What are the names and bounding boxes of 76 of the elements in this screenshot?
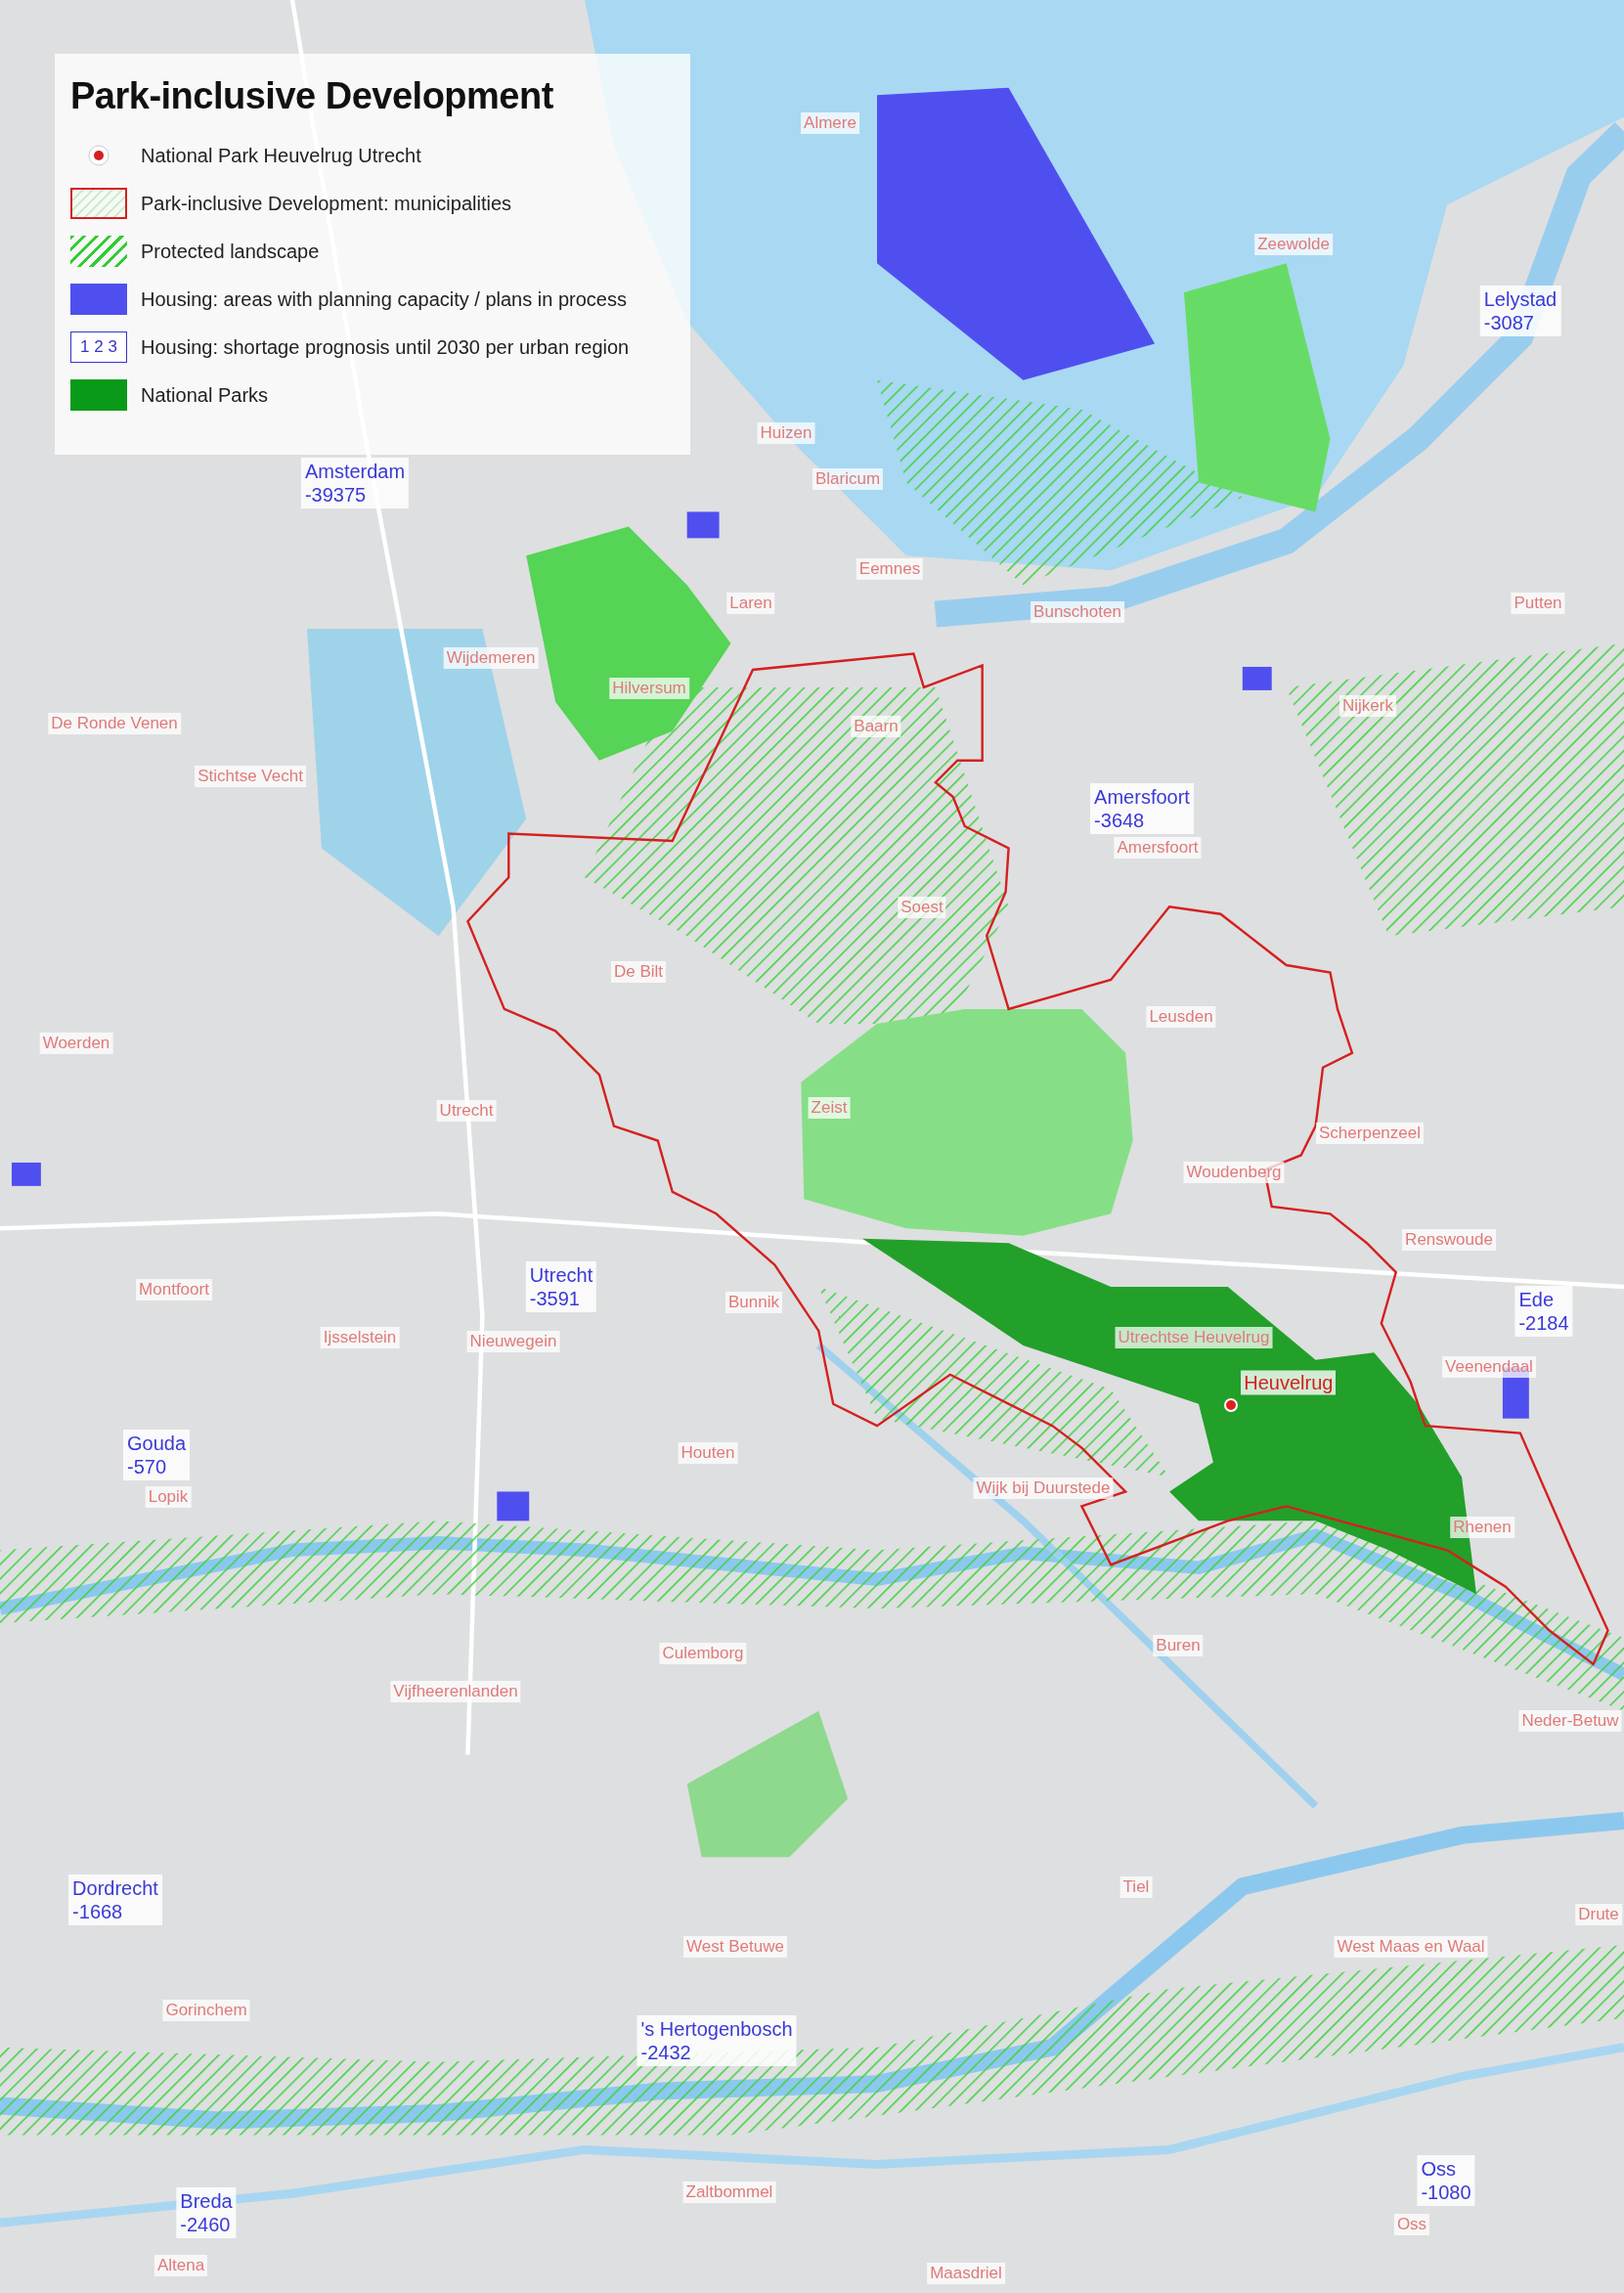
municipality-label: Laren (726, 593, 775, 614)
shortage-value: -39375 (304, 483, 368, 507)
municipality-label: Culemborg (659, 1643, 747, 1664)
shortage-swatch: 1 2 3 (70, 331, 127, 363)
municipality-label: Nieuwegein (466, 1331, 560, 1352)
municipality-label: Amersfoort (1114, 837, 1202, 859)
region-name: Dordrecht (72, 1876, 158, 1900)
municipality-label: Montfoort (136, 1279, 212, 1301)
municipality-label: Altena (154, 2255, 208, 2276)
region-name: Oss (1421, 2157, 1457, 2181)
municipality-label: Hilversum (609, 678, 689, 699)
municipality-label: Putten (1511, 593, 1565, 614)
municipality-label: Bunnik (725, 1292, 782, 1313)
municipality-label: Drute (1575, 1904, 1622, 1925)
legend-label: Protected landscape (141, 240, 320, 263)
legend-label: National Park Heuvelrug Utrecht (141, 144, 421, 167)
shortage-value: -2460 (180, 2213, 232, 2236)
municipality-label: Oss (1393, 2214, 1430, 2235)
region-name: 's Hertogenbosch (640, 2017, 793, 2041)
shortage-value: -1080 (1421, 2181, 1471, 2204)
municipality-label: Stichtse Vecht (195, 766, 306, 787)
municipality-label: Rhenen (1450, 1517, 1514, 1538)
region-name: Amsterdam (304, 460, 406, 483)
municipality-label: Baarn (851, 716, 901, 737)
municipality-label: De Ronde Venen (48, 713, 181, 734)
municipality-label: Tiel (1119, 1876, 1153, 1898)
municipality-label: Wijdemeren (443, 647, 539, 669)
municipality-label: Houten (678, 1442, 738, 1464)
region-name: Gouda (126, 1432, 187, 1455)
municipality-label: Huizen (757, 422, 815, 444)
shortage-value: -3591 (529, 1287, 581, 1310)
legend-label: National Parks (141, 383, 269, 407)
municipality-label: Neder-Betuw (1518, 1710, 1622, 1732)
region-name: Amersfoort (1094, 785, 1190, 809)
municipality-label: Zeewolde (1254, 234, 1333, 255)
region-name: Breda (180, 2189, 233, 2213)
municipality-label: Wijk bij Duurstede (973, 1477, 1114, 1499)
legend-label: Housing: areas with planning capacity / plans in process (141, 287, 627, 311)
legend-label: Housing: shortage prognosis until 2030 per urban region (141, 335, 630, 359)
shortage-value: -570 (126, 1455, 167, 1478)
municipality-label: Bunschoten (1031, 601, 1124, 623)
municipality-label: Woudenberg (1183, 1162, 1285, 1183)
municipality-label: Gorinchem (162, 2000, 250, 2021)
region-name: Utrecht (529, 1263, 593, 1287)
park-label: Heuvelrug (1241, 1370, 1337, 1395)
shortage-value: -2432 (640, 2041, 692, 2064)
municipality-label: Blaricum (812, 468, 884, 490)
municipality-label: Veenendaal (1442, 1356, 1536, 1378)
region-name: Lelystad (1483, 287, 1558, 311)
municipality-label: Utrechtse Heuvelrug (1115, 1327, 1273, 1348)
municipality-label: Utrecht (436, 1100, 497, 1122)
municipality-label: West Betuwe (683, 1936, 787, 1958)
legend-label: Park-inclusive Development: municipalities (141, 192, 512, 215)
municipality-label: Zaltbommel (682, 2182, 776, 2203)
legend-title: Park-inclusive Development (70, 75, 554, 117)
municipality-label: Lopik (145, 1486, 192, 1508)
municipality-label: Ijsselstein (320, 1327, 400, 1348)
region-name: Ede (1518, 1288, 1555, 1311)
municipality-label: Leusden (1146, 1006, 1216, 1028)
municipality-label: West Maas en Waal (1334, 1936, 1488, 1958)
municipality-label: Vijfheerenlanden (390, 1681, 521, 1702)
shortage-value: -2184 (1518, 1311, 1569, 1335)
shortage-value: -1668 (72, 1900, 124, 1923)
municipality-label: Almere (801, 112, 859, 134)
municipality-label: Soest (898, 897, 946, 918)
shortage-value: -3648 (1094, 809, 1146, 832)
municipality-label: Renswoude (1402, 1229, 1496, 1251)
municipality-label: Nijkerk (1339, 695, 1396, 717)
municipality-label: Eemnes (856, 558, 924, 580)
shortage-value: -3087 (1483, 311, 1535, 334)
municipality-label: Buren (1153, 1635, 1204, 1656)
municipality-label: Scherpenzeel (1316, 1123, 1424, 1144)
municipality-label: Maasdriel (927, 2263, 1005, 2284)
municipality-label: De Bilt (610, 961, 667, 983)
municipality-label: Zeist (808, 1097, 851, 1119)
municipality-label: Woerden (39, 1033, 113, 1054)
